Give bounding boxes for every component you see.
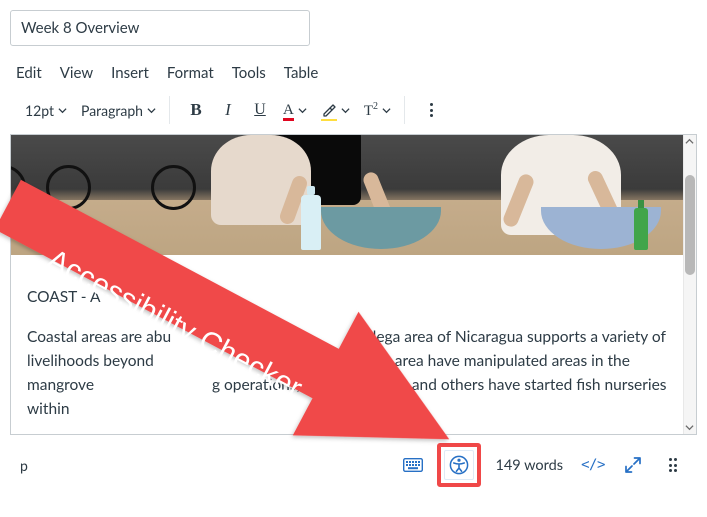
accessibility-checker-button[interactable] [443,449,475,481]
chevron-down-icon [58,106,67,115]
vertical-scrollbar[interactable] [683,135,696,434]
paragraph-fragment: g operations, small and large, and other… [27,376,667,418]
more-toolbar-button[interactable] [417,96,445,124]
expand-icon [624,456,642,474]
accessibility-icon [449,455,469,475]
menu-insert[interactable]: Insert [111,64,149,82]
chevron-down-icon [298,106,307,115]
highlighter-icon [321,102,337,118]
editor-menubar: Edit View Insert Format Tools Table [10,62,697,92]
html-code-icon: </> [581,457,605,473]
word-count[interactable]: 149 words [489,457,569,474]
block-format-label: Paragraph [81,102,143,119]
italic-button[interactable]: I [214,96,242,124]
text-color-icon: A [283,102,294,119]
font-size-label: 12pt [25,102,54,119]
bold-button[interactable]: B [182,96,210,124]
editor-toolbar: 12pt Paragraph B I U A [10,92,697,135]
kebab-icon [426,103,437,117]
menu-table[interactable]: Table [284,64,318,82]
scroll-down-icon[interactable] [683,421,696,434]
embedded-image[interactable] [11,135,683,255]
editor-statusbar: p 149 words </> [10,435,697,493]
bold-icon: B [190,100,201,120]
accessibility-checker-highlight [437,443,481,487]
editor-area[interactable]: COAST - A Coastal areas are abu ndega ar… [10,135,697,435]
keyboard-shortcuts-button[interactable] [397,449,429,481]
scroll-up-icon[interactable] [683,135,696,148]
chevron-down-icon [382,106,391,115]
element-path[interactable]: p [18,457,28,474]
menu-edit[interactable]: Edit [16,64,42,82]
underline-icon: U [254,101,266,119]
superscript-icon: T2 [364,101,378,120]
chevron-down-icon [147,106,156,115]
font-size-dropdown[interactable]: 12pt [20,96,72,124]
menu-view[interactable]: View [60,64,93,82]
fullscreen-button[interactable] [617,449,649,481]
block-format-dropdown[interactable]: Paragraph [76,96,161,124]
drag-handle-icon [667,458,680,472]
resize-handle[interactable] [657,449,689,481]
image-caption-fragment: COAST - A [27,288,101,306]
paragraph-fragment: Coastal areas are abu [27,328,171,346]
editor-body-text[interactable]: COAST - A Coastal areas are abu ndega ar… [11,255,683,434]
highlight-color-button[interactable] [316,96,355,124]
text-color-button[interactable]: A [278,96,312,124]
superscript-button[interactable]: T2 [359,96,396,124]
html-editor-button[interactable]: </> [577,449,609,481]
underline-button[interactable]: U [246,96,274,124]
menu-format[interactable]: Format [167,64,214,82]
scroll-thumb[interactable] [685,175,695,275]
chevron-down-icon [341,106,350,115]
italic-icon: I [225,100,231,120]
keyboard-icon [403,458,423,472]
menu-tools[interactable]: Tools [232,64,266,82]
page-title-input[interactable] [10,10,310,46]
editor-content[interactable]: COAST - A Coastal areas are abu ndega ar… [11,135,683,434]
